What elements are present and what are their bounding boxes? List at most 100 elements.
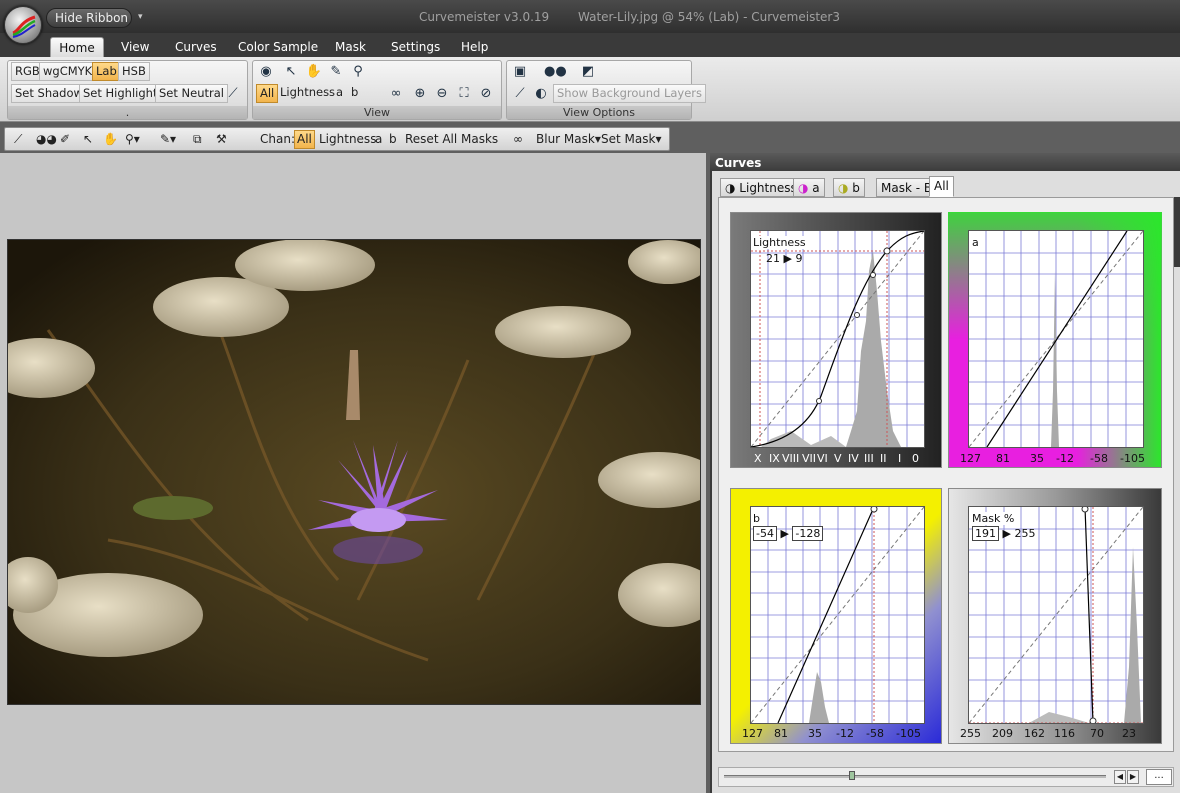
tick: 81 (996, 452, 1010, 465)
curves-panel-title: Curves (715, 156, 762, 170)
quick-access-dropdown-icon[interactable]: ▾ (138, 12, 143, 22)
curves-tab-a-label: a (812, 181, 820, 195)
tick: IV (848, 452, 859, 465)
tick: 70 (1090, 727, 1104, 740)
reset-all-masks-button[interactable]: Reset All Masks (405, 130, 498, 149)
mode-hsb-button[interactable]: HSB (118, 62, 150, 81)
chan-a-button[interactable]: a (375, 130, 382, 149)
b-readout: -54 ▶ -128 (753, 526, 824, 541)
mode-lab-button[interactable]: Lab (92, 62, 121, 81)
zoom-in-icon[interactable]: ⊕ (410, 84, 430, 103)
tick: I (898, 452, 902, 465)
wrench-icon[interactable]: ⚒ (216, 130, 227, 149)
more-options-button[interactable]: ... (1146, 769, 1172, 785)
set-highlight-button[interactable]: Set Highlight (79, 84, 162, 103)
tick: -12 (1056, 452, 1074, 465)
tick: -58 (866, 727, 884, 740)
curves-slider-track[interactable] (724, 775, 1106, 778)
tab-home[interactable]: Home (50, 37, 104, 57)
tab-help[interactable]: Help (461, 37, 488, 57)
show-background-layers-button[interactable]: Show Background Layers (553, 84, 707, 103)
background-swatch-icon[interactable]: ▣ (510, 62, 530, 81)
overlay-icon[interactable]: ◩ (578, 62, 598, 81)
view-channel-lightness[interactable]: Lightness (277, 84, 338, 103)
eyedropper-icon[interactable]: ✎▾ (160, 130, 176, 149)
b-in[interactable]: -54 (753, 526, 777, 541)
tick: V (834, 452, 842, 465)
zoom-out-icon[interactable]: ⊖ (432, 84, 452, 103)
mask-in[interactable]: 191 (972, 526, 999, 541)
pointer-icon[interactable]: ↖ (83, 130, 93, 149)
zoom-fit-icon[interactable]: ⛶ (454, 84, 474, 103)
view-channel-all[interactable]: All (256, 84, 279, 103)
curve-tool-icon[interactable]: ⟋ (14, 130, 22, 149)
set-mask-button[interactable]: Set Mask▾ (601, 130, 661, 149)
set-shadow-button[interactable]: Set Shadow (11, 84, 87, 103)
b-tab-icon: ◑ (838, 181, 853, 195)
tick: 162 (1024, 727, 1045, 740)
chan-b-button[interactable]: b (389, 130, 397, 149)
mode-wgcmyk-button[interactable]: wgCMYK (39, 62, 97, 81)
app-title: Curvemeister v3.0.19 (419, 10, 550, 24)
water-lily-photo[interactable] (7, 239, 701, 705)
a-tab-icon: ◑ (798, 181, 813, 195)
tick: X (754, 452, 762, 465)
color-wheel-icon[interactable]: ◉ (256, 62, 276, 81)
zoom-icon[interactable]: ⚲▾ (125, 130, 140, 149)
blur-mask-link-icon: ∞ (513, 132, 523, 146)
set-neutral-button[interactable]: Set Neutral (155, 84, 228, 103)
tick: VII (802, 452, 817, 465)
tick: -105 (896, 727, 921, 740)
curves-tab-b[interactable]: ◑ b (833, 178, 865, 197)
b-plot-label: b (753, 512, 760, 525)
group-footer-view: View (253, 106, 501, 119)
curves-slider-thumb[interactable] (849, 771, 855, 780)
pointer-icon[interactable]: ↖ (281, 62, 301, 81)
tab-view[interactable]: View (121, 37, 149, 57)
lightness-in: 21 (766, 252, 780, 265)
slider-left-arrow-icon[interactable]: ◀ (1114, 770, 1126, 784)
curves-tab-mask-b[interactable]: Mask - B (876, 178, 938, 197)
zoom-icon[interactable]: ⚲ (348, 62, 368, 81)
curves-tab-lightness[interactable]: ◑ Lightness (720, 178, 802, 197)
tick: III (864, 452, 874, 465)
eyedropper-icon[interactable]: ✎ (326, 62, 346, 81)
mask-out: 255 (1014, 527, 1036, 540)
slider-right-arrow-icon[interactable]: ▶ (1127, 770, 1139, 784)
b-ticks: 127 81 35 -12 -58 -105 (740, 727, 930, 741)
curves-tab-all[interactable]: All (929, 176, 954, 197)
hand-icon[interactable]: ✋ (103, 130, 118, 149)
mask-glasses-icon[interactable]: ◕◕ (36, 130, 57, 149)
tab-mask[interactable]: Mask (335, 37, 366, 57)
mask-view-icon[interactable]: ●● (543, 62, 567, 81)
view-channel-a[interactable]: a (333, 84, 346, 103)
curves-tab-a[interactable]: ◑ a (793, 178, 825, 197)
blur-mask-button[interactable]: Blur Mask▾ (536, 130, 601, 149)
chan-all-button[interactable]: All (294, 130, 315, 149)
mask-toggle-icon[interactable]: ◐ (531, 84, 551, 103)
view-channel-b[interactable]: b (348, 84, 361, 103)
hand-icon[interactable]: ✋ (304, 62, 324, 81)
lightness-plot-label: Lightness (753, 236, 806, 249)
mask-readout: 191 ▶ 255 (972, 526, 1036, 541)
b-out[interactable]: -128 (792, 526, 824, 541)
copy-icon[interactable]: ⧉ (193, 130, 202, 149)
zoom-actual-icon[interactable]: ⊘ (476, 84, 496, 103)
curve-tool-icon[interactable]: ⟋ (223, 84, 243, 103)
a-ticks: 127 81 35 -12 -58 -105 (958, 452, 1148, 466)
group-footer-mode: . (8, 106, 247, 119)
tick: 0 (912, 452, 919, 465)
chan-lightness-button[interactable]: Lightness (319, 130, 376, 149)
tab-color-sample[interactable]: Color Sample (238, 37, 318, 57)
mask-link-icon[interactable]: ∞ (386, 84, 406, 103)
group-footer-view-options: View Options (507, 106, 691, 119)
tick: 35 (1030, 452, 1044, 465)
pencil-curve-icon[interactable]: ✐ (60, 130, 70, 149)
a-curve-plot[interactable] (968, 230, 1144, 448)
tab-curves[interactable]: Curves (175, 37, 217, 57)
curves-panel-titlebar (710, 153, 1180, 171)
curve-small-icon[interactable]: ⟋ (510, 84, 530, 103)
app-menu-orb-icon[interactable] (4, 6, 42, 44)
tab-settings[interactable]: Settings (391, 37, 440, 57)
hide-ribbon-button[interactable]: Hide Ribbon (46, 8, 132, 28)
